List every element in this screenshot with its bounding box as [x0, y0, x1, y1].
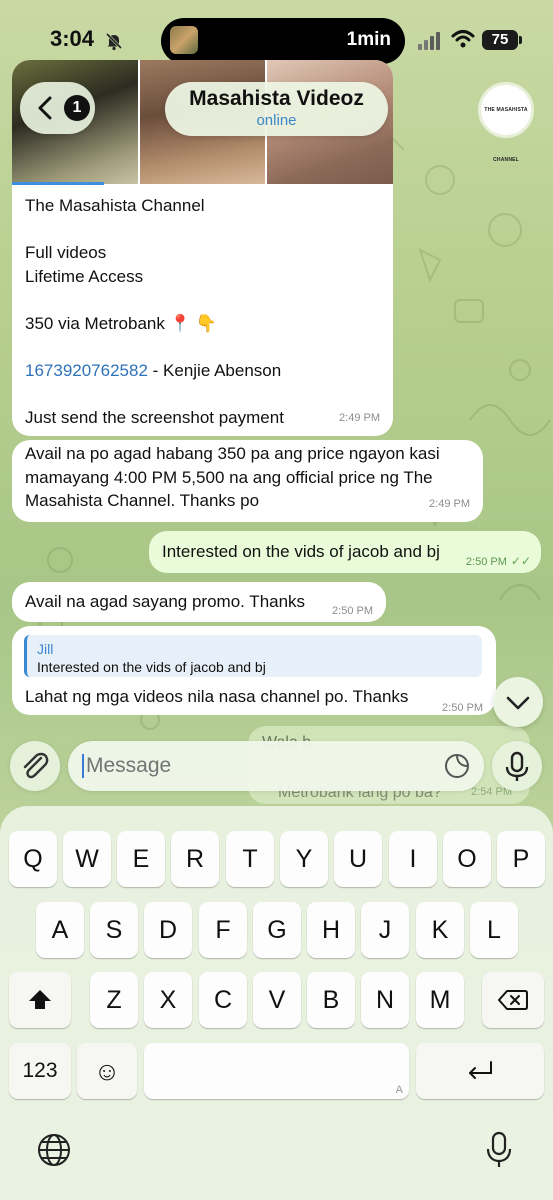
delete-icon [498, 990, 528, 1010]
chevron-left-icon [38, 96, 52, 120]
message-text: Lahat ng mga videos nila nasa channel po… [25, 687, 409, 706]
emoji-key[interactable]: ☺ [77, 1043, 137, 1099]
message-timestamp: 2:49 PM [339, 411, 380, 424]
key-c[interactable]: C [199, 972, 247, 1028]
status-time: 3:04 [50, 26, 95, 51]
chat-title[interactable]: Masahista Videoz online [165, 82, 388, 136]
message-line: Full videos [25, 243, 107, 262]
globe-icon[interactable] [36, 1132, 72, 1168]
key-i[interactable]: I [389, 831, 437, 887]
message-text: Interested on the vids of jacob and bj [162, 542, 440, 561]
double-check-icon: ✓✓ [510, 554, 531, 568]
key-o[interactable]: O [443, 831, 491, 887]
key-f[interactable]: F [199, 902, 247, 958]
message-timestamp: 2:50 PM ✓✓ [466, 550, 531, 575]
key-m[interactable]: M [416, 972, 464, 1028]
shift-icon [29, 990, 51, 1009]
return-key[interactable] [416, 1043, 544, 1099]
message-input[interactable] [86, 754, 426, 778]
key-b[interactable]: B [307, 972, 355, 1028]
message-input-container[interactable] [68, 741, 484, 791]
account-name: - Kenjie Abenson [147, 360, 282, 380]
message-timestamp: 2:50 PM [442, 702, 483, 714]
message-bubble[interactable]: Avail na po agad habang 350 pa ang price… [12, 440, 483, 522]
delete-key[interactable] [482, 972, 544, 1028]
voice-message-button[interactable] [492, 741, 542, 791]
battery-indicator: 75 [482, 30, 518, 50]
key-q[interactable]: Q [9, 831, 57, 887]
key-u[interactable]: U [334, 831, 382, 887]
message-bubble-reply[interactable]: Jill Interested on the vids of jacob and… [12, 626, 496, 715]
text-caret [82, 754, 84, 778]
message-line [25, 335, 385, 359]
attach-button[interactable] [10, 741, 60, 791]
dynamic-island[interactable]: 1min [161, 18, 405, 64]
key-n[interactable]: N [361, 972, 409, 1028]
reply-quoted-text: Interested on the vids of jacob and bj [37, 659, 266, 675]
space-key[interactable]: A [144, 1043, 409, 1099]
key-e[interactable]: E [117, 831, 165, 887]
numbers-key[interactable]: 123 [9, 1043, 71, 1099]
key-h[interactable]: H [307, 902, 355, 958]
avatar-logo-text: THE MASAHISTA CHANNEL [484, 107, 528, 163]
account-number-link[interactable]: 1673920762582 [25, 361, 148, 380]
island-thumbnail [170, 26, 198, 54]
microphone-icon [505, 751, 529, 781]
chevron-down-icon [506, 696, 530, 710]
key-x[interactable]: X [144, 972, 192, 1028]
battery-tip [519, 36, 522, 44]
account-line: 1673920762582 - Kenjie Abenson [25, 359, 385, 383]
message-line: 350 via Metrobank 📍 👇 [25, 313, 217, 333]
sticker-icon[interactable] [444, 753, 470, 779]
space-key-hint: A [395, 1084, 403, 1096]
message-line: Just send the screenshot payment [25, 407, 284, 427]
chat-avatar[interactable]: THE MASAHISTA CHANNEL [478, 82, 534, 163]
bell-slash-icon [105, 32, 123, 51]
key-a[interactable]: A [36, 902, 84, 958]
key-t[interactable]: T [226, 831, 274, 887]
key-v[interactable]: V [253, 972, 301, 1028]
key-z[interactable]: Z [90, 972, 138, 1028]
back-button[interactable]: 1 [20, 82, 95, 134]
key-d[interactable]: D [144, 902, 192, 958]
return-icon [469, 1061, 492, 1079]
key-s[interactable]: S [90, 902, 138, 958]
key-y[interactable]: Y [280, 831, 328, 887]
keyboard: Q W E R T Y U I O P A S D F G H J K L Z … [0, 806, 553, 1200]
shift-key[interactable] [9, 972, 71, 1028]
message-time: 2:50 PM [465, 556, 507, 568]
cellular-signal-icon [418, 30, 444, 50]
message-line: Lifetime Access [25, 266, 144, 286]
dictation-microphone-icon[interactable] [484, 1130, 514, 1170]
key-w[interactable]: W [63, 831, 111, 887]
message-text: The Masahista Channel Full videos Lifeti… [25, 194, 385, 429]
message-line [25, 288, 385, 312]
message-line [25, 382, 385, 406]
message-line: The Masahista Channel [25, 196, 205, 215]
key-k[interactable]: K [416, 902, 464, 958]
message-bubble-outgoing[interactable]: Interested on the vids of jacob and bj 2… [149, 531, 541, 573]
message-text: Avail na agad sayang promo. Thanks [25, 592, 306, 611]
key-l[interactable]: L [470, 902, 518, 958]
media-progress-bar [12, 182, 104, 185]
key-r[interactable]: R [171, 831, 219, 887]
scroll-to-bottom-button[interactable] [493, 677, 543, 727]
message-timestamp: 2:49 PM [429, 497, 470, 510]
message-timestamp: 2:50 PM [332, 605, 373, 617]
key-j[interactable]: J [361, 902, 409, 958]
key-g[interactable]: G [253, 902, 301, 958]
message-text: Avail na po agad habang 350 pa ang price… [25, 444, 440, 510]
chat-status: online [256, 112, 297, 129]
wifi-icon [451, 30, 475, 48]
island-activity-label: 1min [346, 29, 391, 50]
unread-count-badge: 1 [64, 95, 90, 121]
key-p[interactable]: P [497, 831, 545, 887]
message-bubble[interactable]: Avail na agad sayang promo. Thanks 2:50 … [12, 582, 386, 622]
message-line [25, 218, 385, 242]
chat-name: Masahista Videoz [189, 87, 364, 110]
paperclip-icon [23, 752, 49, 779]
reply-quote[interactable]: Jill Interested on the vids of jacob and… [24, 635, 482, 677]
